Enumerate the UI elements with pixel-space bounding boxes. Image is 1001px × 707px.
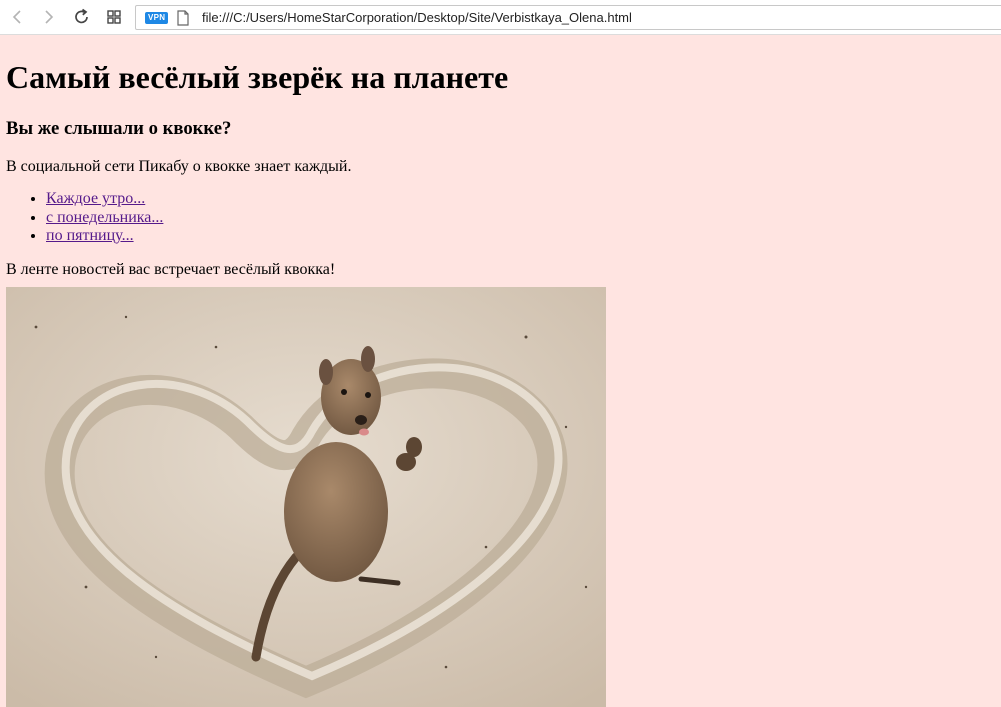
- page-content: Самый весёлый зверёк на планете Вы же сл…: [6, 35, 1001, 707]
- grid-icon: [107, 10, 121, 24]
- link-list: Каждое утро... с понедельника... по пятн…: [6, 190, 1001, 246]
- page-title: Самый весёлый зверёк на планете: [6, 59, 509, 95]
- list-item: по пятницу...: [46, 227, 1001, 246]
- quokka-photo: [6, 286, 606, 707]
- back-button[interactable]: [8, 7, 28, 27]
- link-every-morning[interactable]: Каждое утро...: [46, 190, 145, 207]
- reload-button[interactable]: [72, 7, 92, 27]
- page-subtitle: Вы же слышали о квокке?: [6, 118, 232, 139]
- quokka-image: [6, 286, 606, 707]
- forward-arrow-icon: [45, 10, 54, 24]
- vpn-badge[interactable]: VPN: [145, 12, 169, 24]
- list-item: с понедельника...: [46, 209, 1001, 228]
- speed-dial-button[interactable]: [104, 7, 124, 27]
- forward-button[interactable]: [38, 7, 58, 27]
- link-from-monday[interactable]: с понедельника...: [46, 209, 163, 226]
- back-arrow-icon: [12, 10, 21, 24]
- intro-paragraph: В социальной сети Пикабу о квокке знает …: [6, 158, 352, 175]
- outro-paragraph: В ленте новостей вас встречает весёлый к…: [6, 260, 336, 278]
- url-text[interactable]: file:///C:/Users/HomeStarCorporation/Des…: [202, 6, 632, 29]
- file-icon: [177, 10, 189, 26]
- reload-icon: [75, 8, 88, 24]
- link-till-friday[interactable]: по пятницу...: [46, 227, 134, 244]
- list-item: Каждое утро...: [46, 190, 1001, 209]
- address-bar[interactable]: VPN file:///C:/Users/HomeStarCorporation…: [135, 5, 1001, 30]
- browser-toolbar: VPN file:///C:/Users/HomeStarCorporation…: [0, 0, 1001, 35]
